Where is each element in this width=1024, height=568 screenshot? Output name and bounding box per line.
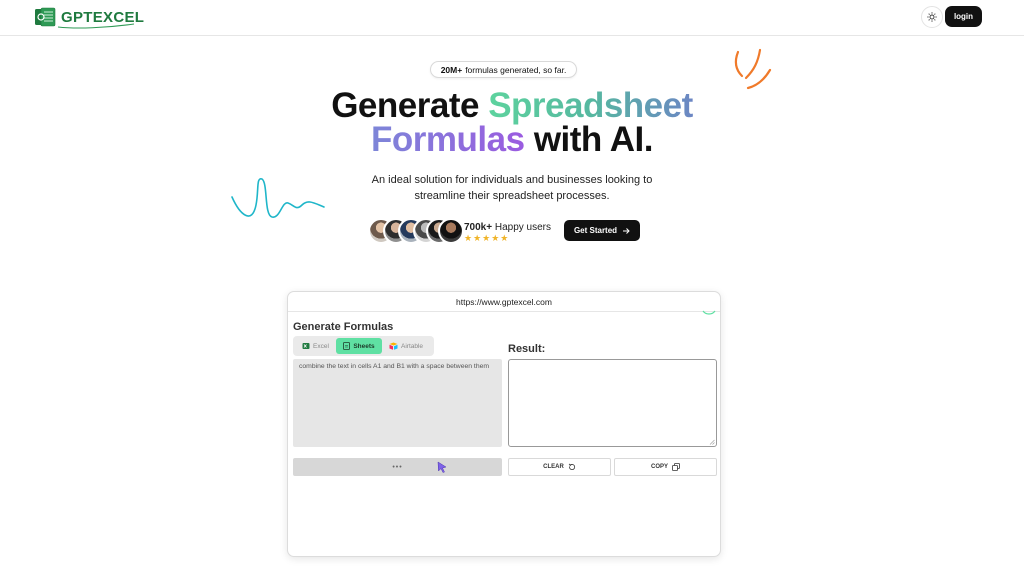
resize-handle-icon[interactable] [709,439,715,445]
tab-airtable[interactable]: Airtable [387,338,431,354]
login-button[interactable]: login [945,6,982,27]
arrow-right-icon [623,227,630,234]
user-avatars [368,218,468,244]
logo-underline-decoration [57,23,135,29]
avatar [438,218,464,244]
get-started-button[interactable]: Get Started [564,220,640,241]
generate-formulas-title: Generate Formulas [293,321,394,333]
loading-dots: ••• [392,463,403,471]
theme-toggle-button[interactable] [921,6,943,28]
tab-excel-label: Excel [313,342,329,350]
generate-button[interactable]: ••• [293,458,502,476]
copy-icon [672,463,680,471]
copy-label: COPY [650,464,668,470]
copy-button[interactable]: COPY [614,458,717,476]
get-started-label: Get Started [573,226,618,235]
scroll-indicator-decoration [702,310,716,315]
users-count: 700k+ [464,222,493,233]
title-formulas: Formulas [371,120,525,159]
pill-count: 20M+ [440,64,463,75]
page-title-line2: Formulas with AI. [0,122,1024,158]
top-navbar: GPTEXCEL login [0,0,1024,36]
subtitle-line1: An ideal solution for individuals and bu… [371,174,653,186]
excel-logo-icon [35,7,56,27]
happy-users-text: 700k+ Happy users [464,222,551,233]
title-with-ai: with AI. [533,120,654,159]
prompt-input[interactable]: combine the text in cells A1 and B1 with… [293,359,502,447]
tab-sheets-label: Sheets [353,342,375,350]
tab-excel[interactable]: Excel [299,338,337,354]
result-label: Result: [508,343,546,355]
subtitle-line2: streamline their spreadsheet processes. [414,190,610,202]
formulas-count-pill: 20M+ formulas generated, so far. [430,61,577,78]
airtable-icon [389,342,398,350]
clear-button[interactable]: CLEAR [508,458,611,476]
orange-squiggle-decoration [734,48,772,90]
reset-icon [568,463,575,471]
platform-tabs: Excel Sheets Airtable [293,336,434,356]
clear-label: CLEAR [543,464,564,470]
cursor-pointer-icon [437,461,447,473]
users-label: Happy users [494,222,552,233]
tab-airtable-label: Airtable [401,342,424,350]
pill-text: formulas generated, so far. [465,64,567,75]
result-output[interactable] [508,359,717,447]
url-bar: https://www.gptexcel.com [288,292,720,312]
demo-browser-window: https://www.gptexcel.com Generate Formul… [287,291,721,557]
excel-icon [302,343,310,349]
page-title-line1: Generate Spreadsheet [0,88,1024,124]
sun-icon [927,12,937,22]
tab-sheets[interactable]: Sheets [336,338,382,354]
sheets-icon [343,342,351,350]
rating-stars: ★★★★★ [464,233,510,243]
